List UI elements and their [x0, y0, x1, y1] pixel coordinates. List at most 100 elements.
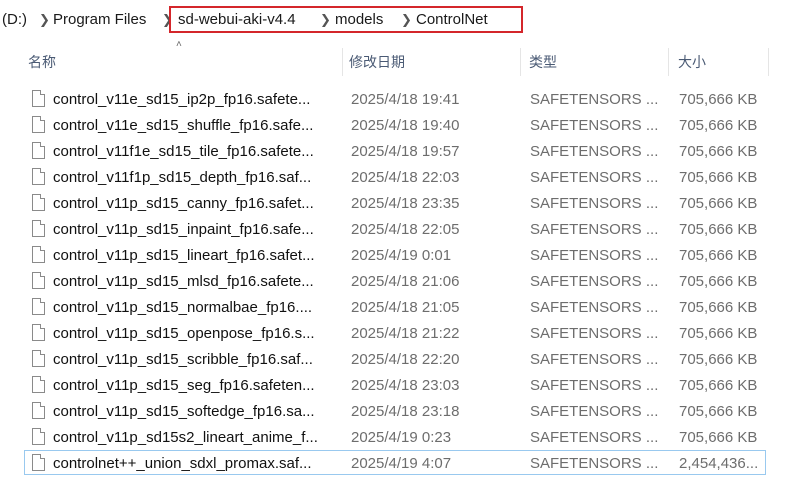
- file-size: 705,666 KB: [679, 117, 758, 134]
- file-icon: [32, 454, 45, 471]
- file-type: SAFETENSORS ...: [530, 273, 659, 290]
- file-type: SAFETENSORS ...: [530, 247, 659, 264]
- file-icon: [32, 168, 45, 185]
- file-type: SAFETENSORS ...: [530, 429, 659, 446]
- file-row[interactable]: control_v11p_sd15_softedge_fp16.sa... 202…: [24, 398, 766, 423]
- file-type: SAFETENSORS ...: [530, 325, 659, 342]
- file-size: 705,666 KB: [679, 91, 758, 108]
- file-type: SAFETENSORS ...: [530, 143, 659, 160]
- file-icon: [32, 246, 45, 263]
- column-header-modified[interactable]: 修改日期: [345, 46, 520, 78]
- file-date-modified: 2025/4/18 23:03: [351, 377, 460, 394]
- file-name: control_v11p_sd15_seg_fp16.safeten...: [53, 377, 315, 394]
- file-date-modified: 2025/4/18 19:41: [351, 91, 460, 108]
- file-icon: [32, 402, 45, 419]
- file-type: SAFETENSORS ...: [530, 455, 659, 472]
- column-header-name[interactable]: 名称: [24, 46, 342, 78]
- file-date-modified: 2025/4/18 23:35: [351, 195, 460, 212]
- file-name: control_v11p_sd15_scribble_fp16.saf...: [53, 351, 313, 368]
- file-icon: [32, 116, 45, 133]
- file-date-modified: 2025/4/18 19:57: [351, 143, 460, 160]
- file-date-modified: 2025/4/18 22:20: [351, 351, 460, 368]
- file-size: 705,666 KB: [679, 351, 758, 368]
- file-type: SAFETENSORS ...: [530, 221, 659, 238]
- file-icon: [32, 90, 45, 107]
- chevron-right-icon[interactable]: ❯: [39, 11, 50, 29]
- file-name: control_v11e_sd15_ip2p_fp16.safete...: [53, 91, 311, 108]
- column-header-size[interactable]: 大小: [674, 46, 768, 78]
- file-icon: [32, 142, 45, 159]
- file-row[interactable]: control_v11p_sd15_inpaint_fp16.safe... 20…: [24, 216, 766, 241]
- breadcrumb-drive[interactable]: (D:): [2, 11, 27, 29]
- file-date-modified: 2025/4/18 21:22: [351, 325, 460, 342]
- file-size: 2,454,436...: [679, 455, 759, 472]
- file-type: SAFETENSORS ...: [530, 169, 659, 186]
- file-name: control_v11e_sd15_shuffle_fp16.safe...: [53, 117, 314, 134]
- file-size: 705,666 KB: [679, 195, 758, 212]
- file-name: control_v11p_sd15_inpaint_fp16.safe...: [53, 221, 314, 238]
- file-icon: [32, 428, 45, 445]
- file-icon: [32, 220, 45, 237]
- file-type: SAFETENSORS ...: [530, 377, 659, 394]
- file-row[interactable]: control_v11f1p_sd15_depth_fp16.saf... 202…: [24, 164, 766, 189]
- file-size: 705,666 KB: [679, 273, 758, 290]
- file-size: 705,666 KB: [679, 377, 758, 394]
- file-size: 705,666 KB: [679, 403, 758, 420]
- file-date-modified: 2025/4/18 23:18: [351, 403, 460, 420]
- file-type: SAFETENSORS ...: [530, 351, 659, 368]
- file-name: control_v11p_sd15_openpose_fp16.s...: [53, 325, 315, 342]
- file-type: SAFETENSORS ...: [530, 117, 659, 134]
- file-row[interactable]: control_v11f1e_sd15_tile_fp16.safete... 2…: [24, 138, 766, 163]
- file-row[interactable]: control_v11e_sd15_shuffle_fp16.safe... 20…: [24, 112, 766, 137]
- file-row[interactable]: control_v11p_sd15s2_lineart_anime_f... 20…: [24, 424, 766, 449]
- file-date-modified: 2025/4/18 21:05: [351, 299, 460, 316]
- file-icon: [32, 350, 45, 367]
- file-row[interactable]: control_v11e_sd15_ip2p_fp16.safete... 202…: [24, 86, 766, 111]
- file-row[interactable]: control_v11p_sd15_lineart_fp16.safet... 2…: [24, 242, 766, 267]
- file-row[interactable]: control_v11p_sd15_normalbae_fp16.... 2025…: [24, 294, 766, 319]
- file-explorer-window: (D:) ❯ Program Files ❯ sd-webui-aki-v4.4…: [0, 0, 791, 488]
- file-type: SAFETENSORS ...: [530, 195, 659, 212]
- file-icon: [32, 298, 45, 315]
- file-type: SAFETENSORS ...: [530, 299, 659, 316]
- file-type: SAFETENSORS ...: [530, 91, 659, 108]
- file-name: control_v11f1e_sd15_tile_fp16.safete...: [53, 143, 314, 160]
- file-row[interactable]: control_v11p_sd15_openpose_fp16.s... 2025…: [24, 320, 766, 345]
- breadcrumb-item-program-files[interactable]: Program Files: [53, 11, 146, 29]
- file-row[interactable]: control_v11p_sd15_mlsd_fp16.safete... 202…: [24, 268, 766, 293]
- file-name: controlnet++_union_sdxl_promax.saf...: [53, 455, 312, 472]
- file-date-modified: 2025/4/18 19:40: [351, 117, 460, 134]
- file-date-modified: 2025/4/19 0:01: [351, 247, 452, 264]
- file-name: control_v11p_sd15_canny_fp16.safet...: [53, 195, 314, 212]
- file-date-modified: 2025/4/19 4:07: [351, 455, 452, 472]
- file-size: 705,666 KB: [679, 429, 758, 446]
- highlight-annotation-box: [169, 6, 523, 33]
- column-divider[interactable]: [768, 48, 769, 76]
- column-divider[interactable]: [668, 48, 669, 76]
- breadcrumb[interactable]: (D:) ❯ Program Files ❯ sd-webui-aki-v4.4…: [0, 0, 791, 40]
- file-name: control_v11p_sd15_softedge_fp16.sa...: [53, 403, 315, 420]
- file-date-modified: 2025/4/18 22:03: [351, 169, 460, 186]
- file-name: control_v11p_sd15_normalbae_fp16....: [53, 299, 313, 316]
- file-type: SAFETENSORS ...: [530, 403, 659, 420]
- file-size: 705,666 KB: [679, 169, 758, 186]
- column-header-type[interactable]: 类型: [525, 46, 668, 78]
- file-name: control_v11p_sd15_lineart_fp16.safet...: [53, 247, 315, 264]
- file-size: 705,666 KB: [679, 299, 758, 316]
- file-date-modified: 2025/4/18 21:06: [351, 273, 460, 290]
- file-row[interactable]: control_v11p_sd15_seg_fp16.safeten... 202…: [24, 372, 766, 397]
- file-name: control_v11p_sd15_mlsd_fp16.safete...: [53, 273, 314, 290]
- file-row[interactable]: controlnet++_union_sdxl_promax.saf... 202…: [24, 450, 766, 475]
- file-size: 705,666 KB: [679, 143, 758, 160]
- column-divider[interactable]: [520, 48, 521, 76]
- file-icon: [32, 272, 45, 289]
- file-row[interactable]: control_v11p_sd15_scribble_fp16.saf... 20…: [24, 346, 766, 371]
- file-icon: [32, 324, 45, 341]
- file-date-modified: 2025/4/18 22:05: [351, 221, 460, 238]
- file-name: control_v11p_sd15s2_lineart_anime_f...: [53, 429, 318, 446]
- file-date-modified: 2025/4/19 0:23: [351, 429, 452, 446]
- file-name: control_v11f1p_sd15_depth_fp16.saf...: [53, 169, 312, 186]
- file-row[interactable]: control_v11p_sd15_canny_fp16.safet... 202…: [24, 190, 766, 215]
- column-divider[interactable]: [342, 48, 343, 76]
- file-size: 705,666 KB: [679, 247, 758, 264]
